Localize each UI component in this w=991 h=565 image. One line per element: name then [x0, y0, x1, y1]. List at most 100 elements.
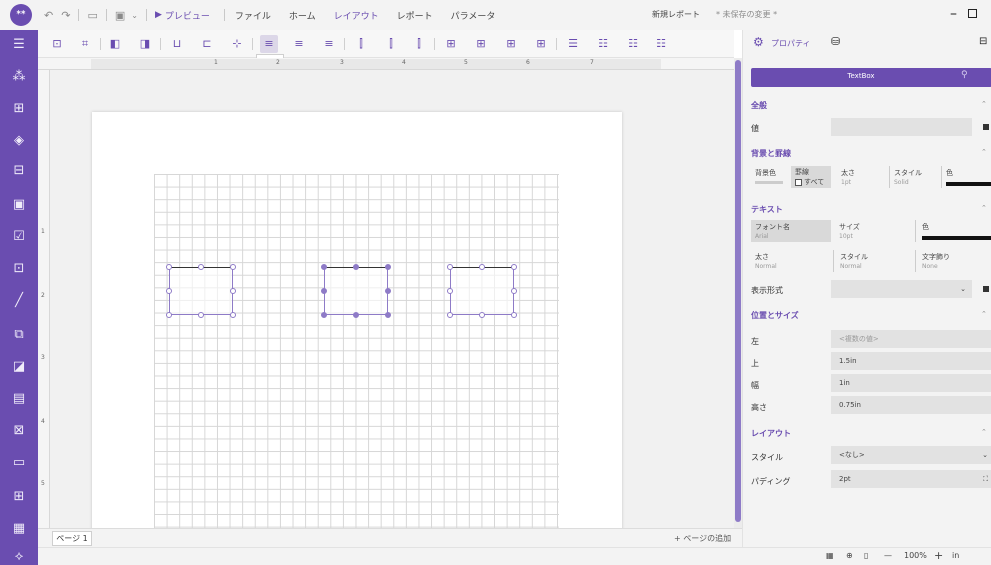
section-position-size[interactable]: 位置とサイズ [751, 310, 799, 321]
resize-handle[interactable] [198, 312, 204, 318]
tablix-tool-icon[interactable]: ▦ [8, 518, 30, 540]
resize-handle[interactable] [385, 312, 391, 318]
font-weight-cell[interactable]: 太さ Normal [751, 250, 831, 272]
font-size-cell[interactable]: サイズ 10pt [833, 220, 913, 242]
vertical-scrollbar[interactable] [734, 58, 742, 528]
selected-item-bar[interactable]: TextBox ⚲ [751, 68, 991, 87]
save-dropdown-icon[interactable]: ⌄ [131, 11, 138, 20]
resize-handle[interactable] [166, 288, 172, 294]
menu-home[interactable]: ホーム [289, 9, 316, 22]
menu-layout[interactable]: レイアウト [334, 9, 379, 22]
section-text[interactable]: テキスト [751, 204, 783, 215]
resize-handle[interactable] [321, 312, 327, 318]
horizontal-spacing-icon[interactable]: ⊞ [532, 35, 550, 53]
increase-spacing-icon[interactable]: ☷ [594, 35, 612, 53]
menu-icon[interactable]: ☰ [8, 34, 30, 56]
border-color-cell[interactable]: 色 [941, 166, 991, 188]
align-left-edges-icon[interactable]: ⊏ [198, 35, 216, 53]
format-select[interactable]: ⌄ [831, 280, 972, 298]
padding-field[interactable]: 2pt ⛶ [831, 470, 991, 488]
resize-handle[interactable] [166, 264, 172, 270]
list-tool-icon[interactable]: ▭ [8, 452, 30, 474]
scrollbar-thumb[interactable] [735, 60, 741, 522]
layers-icon[interactable]: ◈ [8, 130, 30, 152]
data-tree-icon[interactable]: ⁂ [8, 66, 30, 88]
add-page-button[interactable]: + ページの追加 [674, 533, 731, 544]
top-field[interactable]: 1.5in [831, 352, 991, 370]
border-cell[interactable]: 罫線 すべて [791, 166, 831, 188]
more-tools-icon[interactable]: ⟡ [8, 546, 30, 565]
expression-icon[interactable] [983, 124, 989, 130]
expression-icon[interactable] [983, 286, 989, 292]
line-tool-icon[interactable]: ╱ [8, 290, 30, 312]
align-grid-icon[interactable]: ⊔ [168, 35, 186, 53]
all-borders-checkbox[interactable]: すべて [795, 178, 824, 186]
design-canvas[interactable] [50, 70, 734, 528]
menu-parameters[interactable]: パラメータ [451, 9, 496, 22]
zoom-level[interactable]: 100% [904, 551, 927, 560]
resize-handle[interactable] [385, 264, 391, 270]
remove-spacing-icon[interactable]: ☷ [652, 35, 670, 53]
send-to-back-icon[interactable]: ◨ [136, 35, 154, 53]
align-middle-icon[interactable]: ≡ [290, 35, 308, 53]
tab-properties[interactable]: プロパティ [771, 38, 811, 49]
resize-handle[interactable] [321, 288, 327, 294]
height-field[interactable]: 0.75in [831, 396, 991, 414]
resize-handle[interactable] [230, 312, 236, 318]
resize-handle[interactable] [230, 288, 236, 294]
gear-icon[interactable]: ⚙ [753, 35, 764, 49]
same-size-icon[interactable]: ⊞ [502, 35, 520, 53]
left-field[interactable]: <複数の値> [831, 330, 991, 348]
bgcolor-cell[interactable]: 背景色 [751, 166, 789, 188]
border-style-cell[interactable]: スタイル Solid [889, 166, 939, 188]
resize-handle[interactable] [385, 288, 391, 294]
preview-button[interactable]: ▶ プレビュー [155, 9, 210, 22]
resize-handle[interactable] [230, 264, 236, 270]
unit-selector[interactable]: in [952, 551, 959, 560]
open-icon[interactable]: ▭ [87, 9, 97, 22]
align-right-icon[interactable]: ≡ [320, 35, 338, 53]
shape-tool-icon[interactable]: ⧉ [8, 324, 30, 346]
section-background-border[interactable]: 背景と罫線 [751, 148, 791, 159]
report-explorer-icon[interactable]: ⊞ [8, 98, 30, 120]
chevron-up-icon[interactable]: ⌃ [981, 148, 987, 156]
database-icon[interactable]: ⛁ [831, 35, 840, 48]
menu-file[interactable]: ファイル [235, 9, 271, 22]
align-vcenter-icon[interactable]: ⫿ [382, 35, 400, 53]
report-page[interactable] [92, 112, 622, 528]
chevron-up-icon[interactable]: ⌃ [981, 204, 987, 212]
align-center-icon[interactable]: ⊹ [228, 35, 246, 53]
border-width-cell[interactable]: 太さ 1pt [837, 166, 887, 188]
textbox-tool-icon[interactable]: ▣ [8, 194, 30, 216]
barcode-tool-icon[interactable]: ⊡ [8, 258, 30, 280]
align-left-icon[interactable]: ≡ [260, 35, 278, 53]
checkbox-tool-icon[interactable]: ☑ [8, 226, 30, 248]
save-icon[interactable]: ▣ [115, 9, 125, 22]
maximize-icon[interactable] [968, 9, 977, 18]
redo-icon[interactable]: ↷ [61, 9, 70, 22]
textbox-2[interactable] [324, 267, 388, 315]
resize-handle[interactable] [447, 288, 453, 294]
snap-toggle-icon[interactable]: ⊕ [846, 551, 853, 560]
container-icon[interactable]: ⊟ [8, 160, 30, 182]
page-tab-1[interactable]: ページ 1 [52, 531, 92, 546]
section-layout[interactable]: レイアウト [751, 428, 791, 439]
width-field[interactable]: 1in [831, 374, 991, 392]
resize-handle[interactable] [479, 312, 485, 318]
value-field[interactable] [831, 118, 972, 136]
font-style-cell[interactable]: スタイル Normal [833, 250, 913, 272]
font-name-cell[interactable]: フォント名 Arial [751, 220, 831, 242]
search-icon[interactable]: ⚲ [961, 70, 968, 80]
resize-handle[interactable] [447, 264, 453, 270]
textbox-1[interactable] [169, 267, 233, 315]
minimize-icon[interactable]: – [950, 6, 957, 22]
section-general[interactable]: 全般 [751, 100, 767, 111]
resize-handle[interactable] [353, 264, 359, 270]
bring-to-front-icon[interactable]: ◧ [106, 35, 124, 53]
resize-handle[interactable] [479, 264, 485, 270]
same-width-icon[interactable]: ⊞ [442, 35, 460, 53]
table-tool-icon[interactable]: ⊞ [8, 486, 30, 508]
align-to-grid-icon[interactable]: ⊡ [48, 35, 66, 53]
text-decoration-cell[interactable]: 文字飾り None [915, 250, 991, 272]
ruler-toggle-icon[interactable]: ▯ [864, 551, 868, 560]
